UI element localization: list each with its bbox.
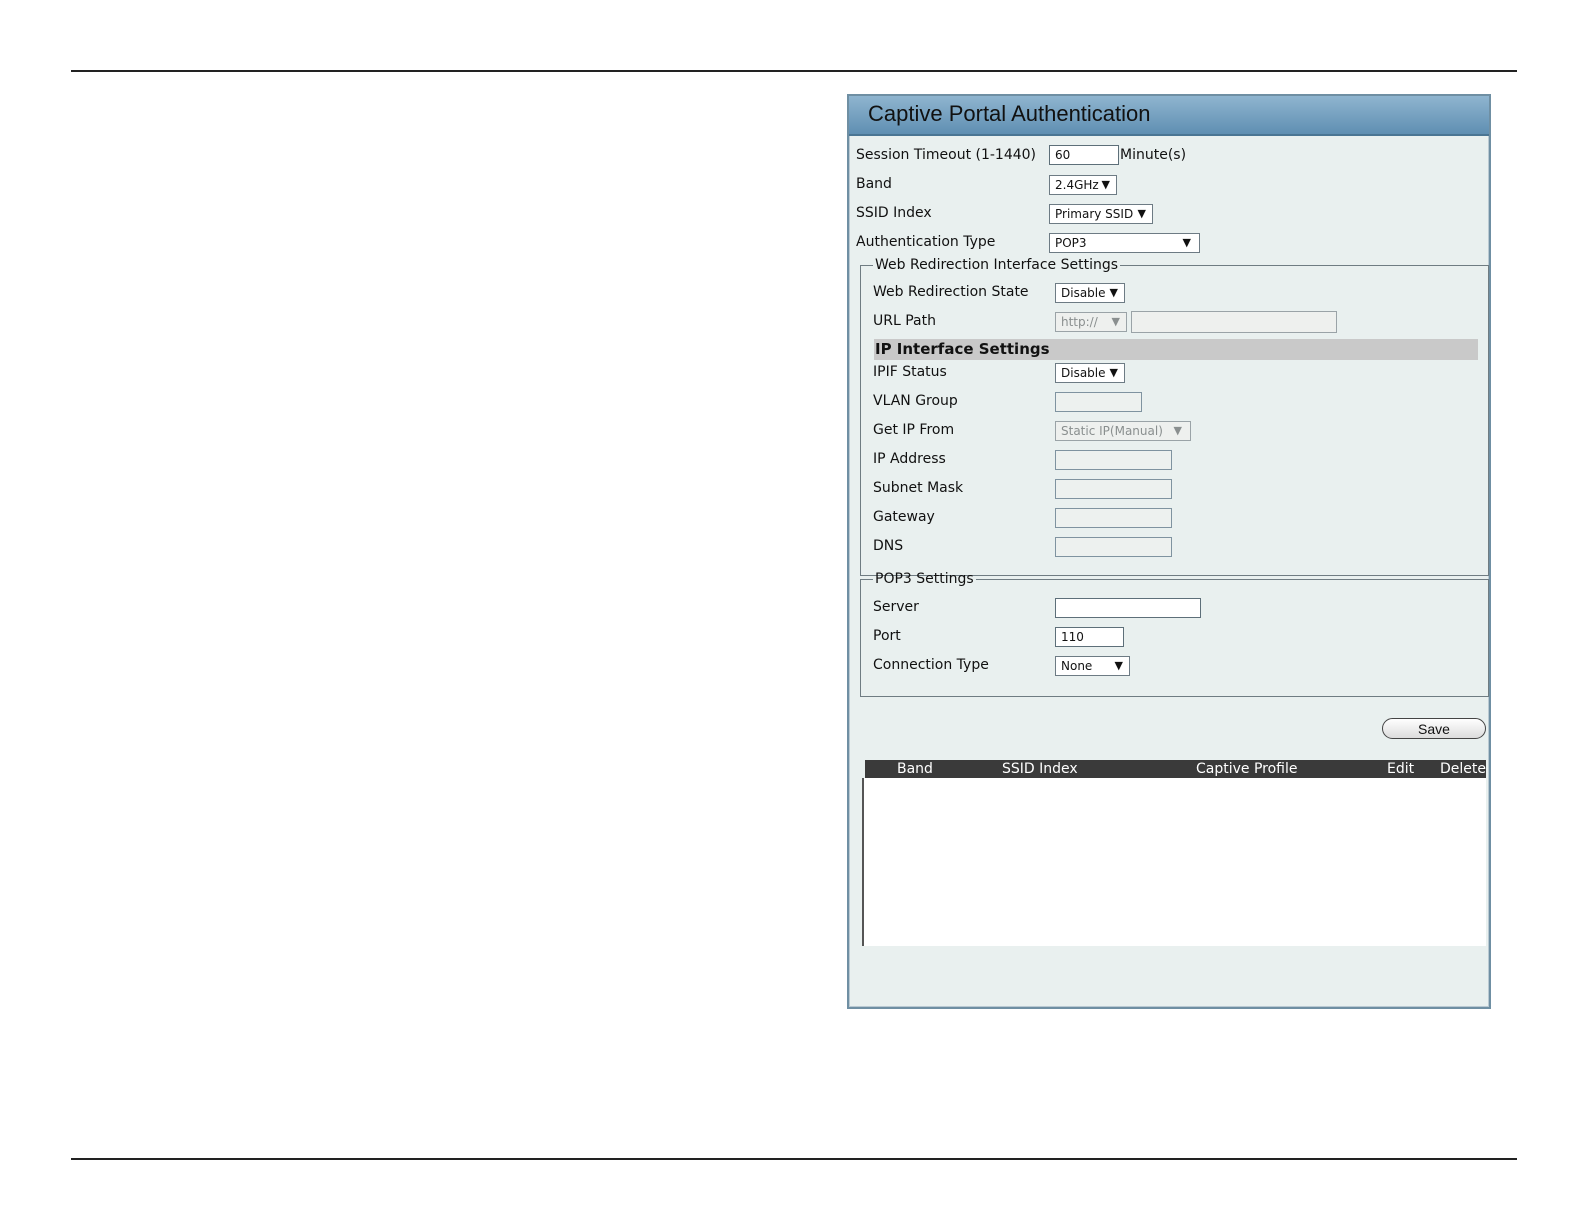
column-band: Band [897,761,933,777]
gateway-input[interactable] [1055,508,1172,528]
chevron-down-icon: ▼ [1137,207,1146,220]
ipif-status-label: IPIF Status [873,364,947,380]
ssid-index-select-value: Primary SSID [1055,207,1134,221]
get-ip-from-select[interactable]: Static IP(Manual) ▼ [1055,421,1191,441]
chevron-down-icon: ▼ [1173,424,1182,437]
url-scheme-value: http:// [1061,315,1098,329]
auth-type-select[interactable]: POP3 ▼ [1049,233,1200,253]
ssid-index-select[interactable]: Primary SSID ▼ [1049,204,1153,224]
url-path-label: URL Path [873,313,936,329]
web-redirection-state-label: Web Redirection State [873,284,1029,300]
web-redirection-state-value: Disable [1061,286,1106,300]
get-ip-from-value: Static IP(Manual) [1061,424,1163,438]
ip-interface-heading: IP Interface Settings [875,340,1050,358]
dns-label: DNS [873,538,904,554]
session-timeout-input[interactable]: 60 [1049,145,1119,165]
web-redirection-fieldset: Web Redirection Interface Settings [860,257,1489,576]
session-timeout-unit: Minute(s) [1120,147,1187,163]
vlan-group-input[interactable] [1055,392,1142,412]
gateway-label: Gateway [873,509,935,525]
url-path-input[interactable] [1131,311,1337,333]
connection-type-label: Connection Type [873,657,989,673]
column-edit: Edit [1387,761,1415,777]
chevron-down-icon: ▼ [1111,315,1120,328]
auth-type-label: Authentication Type [856,234,996,250]
chevron-down-icon: ▼ [1114,659,1123,672]
panel-header: Captive Portal Authentication [849,96,1489,136]
auth-type-select-value: POP3 [1055,236,1087,250]
session-timeout-label: Session Timeout (1-1440) [856,147,1037,163]
column-delete: Delete [1440,761,1486,777]
save-button[interactable]: Save [1382,718,1486,739]
bottom-rule [71,1158,1517,1160]
subnet-mask-input[interactable] [1055,479,1172,499]
top-rule [71,70,1517,72]
chevron-down-icon: ▼ [1109,366,1118,379]
pop3-server-label: Server [873,599,919,615]
band-select-value: 2.4GHz [1055,178,1099,192]
pop3-fieldset: POP3 Settings [860,571,1489,697]
connection-type-value: None [1061,659,1093,673]
band-label: Band [856,176,892,192]
subnet-mask-label: Subnet Mask [873,480,964,496]
ipif-status-select[interactable]: Disable ▼ [1055,363,1125,383]
table-header: Band SSID Index Captive Profile Edit Del… [865,760,1486,778]
connection-type-select[interactable]: None ▼ [1055,656,1130,676]
url-scheme-select[interactable]: http:// ▼ [1055,312,1127,332]
panel-title: Captive Portal Authentication [868,101,1151,126]
vlan-group-label: VLAN Group [873,393,958,409]
table-body [862,778,1486,946]
column-captive-profile: Captive Profile [1196,761,1298,777]
ip-address-label: IP Address [873,451,946,467]
get-ip-from-label: Get IP From [873,422,955,438]
pop3-server-input[interactable] [1055,598,1201,618]
pop3-legend: POP3 Settings [875,571,974,587]
band-select[interactable]: 2.4GHz ▼ [1049,175,1117,195]
pop3-port-input[interactable]: 110 [1055,627,1124,647]
chevron-down-icon: ▼ [1109,286,1118,299]
web-redirection-state-select[interactable]: Disable ▼ [1055,283,1125,303]
web-redirection-legend: Web Redirection Interface Settings [875,257,1119,273]
chevron-down-icon: ▼ [1182,236,1191,249]
ssid-index-label: SSID Index [856,205,932,221]
pop3-port-label: Port [873,628,901,644]
ip-address-input[interactable] [1055,450,1172,470]
ipif-status-value: Disable [1061,366,1106,380]
chevron-down-icon: ▼ [1101,178,1110,191]
column-ssid-index: SSID Index [1002,761,1078,777]
dns-input[interactable] [1055,537,1172,557]
